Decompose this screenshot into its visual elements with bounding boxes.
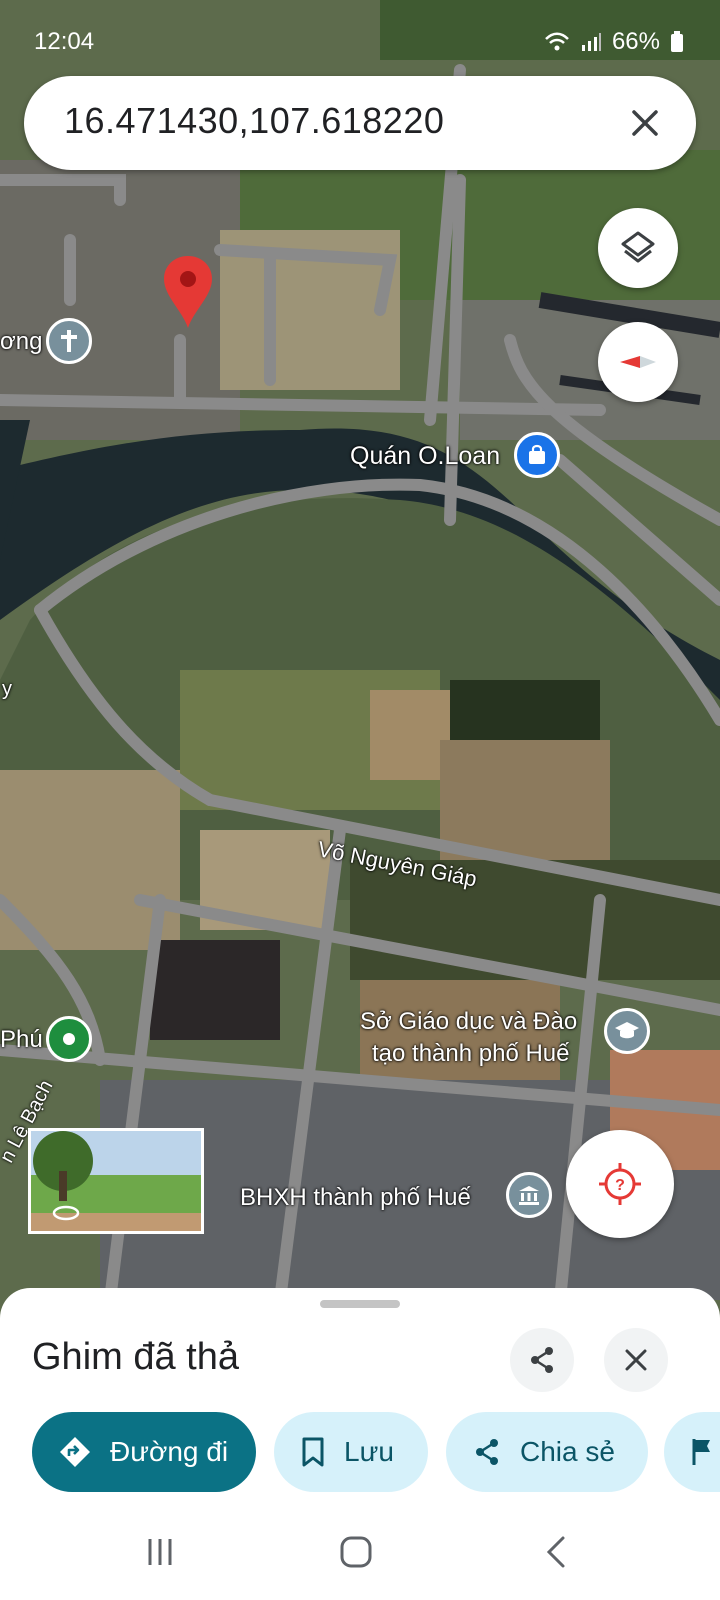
church-label: ơng <box>0 328 43 355</box>
status-bar: 12:04 66% <box>0 0 720 76</box>
street-view-thumbnail[interactable] <box>28 1128 204 1234</box>
map-paddy-2 <box>370 690 450 780</box>
maps-screen: 12:04 66% 16.471430,107.618220 ? ơng Quá… <box>0 0 720 1600</box>
back-icon <box>546 1536 565 1568</box>
home-button[interactable] <box>326 1530 386 1574</box>
education-label-line1: Sở Giáo dục và Đào <box>360 1008 578 1035</box>
shopping-bag-icon <box>529 444 545 464</box>
share-button[interactable] <box>510 1328 574 1392</box>
edge-label: y <box>2 678 12 700</box>
bookmark-icon <box>302 1437 324 1467</box>
church-poi[interactable] <box>46 318 92 364</box>
park-poi[interactable] <box>46 1016 92 1062</box>
system-nav-bar <box>0 1502 720 1600</box>
search-bar[interactable]: 16.471430,107.618220 <box>24 76 696 170</box>
shop-label: Quán O.Loan <box>350 442 501 470</box>
battery-icon <box>671 31 683 52</box>
save-label: Lưu <box>344 1436 394 1467</box>
directions-icon <box>60 1437 90 1467</box>
home-icon <box>340 1536 372 1568</box>
drag-handle[interactable] <box>320 1300 400 1308</box>
back-button[interactable] <box>526 1530 586 1574</box>
cross-icon <box>61 330 77 352</box>
layers-icon <box>621 231 655 263</box>
education-label-line2: tạo thành phố Huế <box>372 1040 570 1067</box>
locate-icon: ? <box>599 1163 641 1205</box>
education-poi[interactable] <box>604 1008 650 1054</box>
recent-apps-button[interactable] <box>130 1530 190 1574</box>
wifi-icon <box>545 32 569 51</box>
my-location-button[interactable]: ? <box>566 1130 674 1238</box>
insurance-poi[interactable] <box>506 1172 552 1218</box>
close-sheet-button[interactable] <box>604 1328 668 1392</box>
flag-icon <box>692 1439 710 1465</box>
share-chip-button[interactable]: Chia sẻ <box>446 1412 648 1492</box>
compass-button[interactable] <box>598 322 678 402</box>
share-chip-label: Chia sẻ <box>520 1436 615 1467</box>
directions-label: Đường đi <box>110 1436 229 1467</box>
save-button[interactable]: Lưu <box>274 1412 428 1492</box>
battery-percent: 66% <box>611 28 660 55</box>
close-icon <box>625 1349 647 1371</box>
compass-icon <box>620 356 656 368</box>
signal-icon <box>581 33 601 51</box>
shop-poi[interactable] <box>514 432 560 478</box>
report-button[interactable] <box>664 1412 720 1492</box>
rotate-360-icon <box>52 1205 80 1221</box>
share-icon <box>531 1347 553 1373</box>
map-paddy-3 <box>440 740 610 860</box>
insurance-label: BHXH thành phố Huế <box>240 1184 471 1211</box>
share-icon <box>476 1439 498 1465</box>
recent-apps-icon <box>148 1539 172 1565</box>
sheet-title: Ghim đã thả <box>32 1336 239 1378</box>
map-trees <box>450 680 600 740</box>
status-icons: 66% <box>544 28 684 56</box>
layers-button[interactable] <box>598 208 678 288</box>
graduation-cap-icon <box>615 1022 639 1039</box>
pin-dot-icon <box>63 1033 75 1045</box>
dropped-pin-icon[interactable] <box>162 254 214 330</box>
status-time: 12:04 <box>34 28 95 55</box>
clear-search-button[interactable] <box>620 98 670 148</box>
map-pond <box>150 940 280 1040</box>
park-label: Phú <box>0 1026 43 1053</box>
close-icon <box>632 110 658 136</box>
government-building-icon <box>519 1186 539 1205</box>
bottom-sheet: Ghim đã thả Đường đi Lưu Chia sẻ <box>0 1288 720 1502</box>
svg-text:?: ? <box>615 1177 625 1194</box>
directions-button[interactable]: Đường đi <box>32 1412 256 1492</box>
search-query[interactable]: 16.471430,107.618220 <box>64 100 444 142</box>
